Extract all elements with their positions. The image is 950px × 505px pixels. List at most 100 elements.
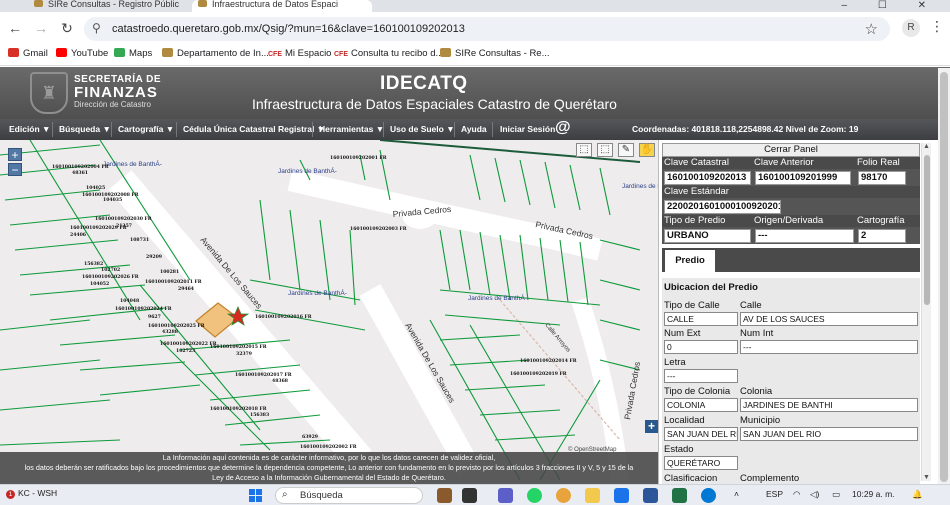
menu-iniciar-sesion[interactable]: Iniciar Sesión: [500, 124, 555, 134]
estado-label: Estado: [664, 444, 694, 455]
measure-tool-icon[interactable]: ✎: [618, 143, 634, 157]
colonia-label: Colonia: [740, 386, 773, 397]
expand-plus-icon[interactable]: +: [645, 420, 658, 433]
app-header: ♜ SECRETARÍA DE FINANZAS Dirección de Ca…: [0, 67, 950, 119]
battery-icon[interactable]: ▭: [832, 489, 840, 500]
bookmark-youtube[interactable]: YouTube: [56, 48, 108, 59]
taskbar-search[interactable]: ⌕ Búsqueda: [275, 487, 423, 504]
zoom-out-button[interactable]: −: [8, 163, 22, 176]
tab-favicon-icon: [34, 0, 43, 7]
browser-tab-sire[interactable]: SIRe Consultas - Registro Públic: [28, 0, 188, 12]
letra-field: ---: [664, 369, 738, 383]
menu-cartografia[interactable]: Cartografía ▼: [118, 124, 174, 134]
back-arrow-icon[interactable]: ←: [6, 20, 24, 36]
bookmark-maps[interactable]: Maps: [114, 48, 152, 59]
edge-icon[interactable]: [701, 488, 716, 503]
whatsapp-icon[interactable]: [527, 488, 542, 503]
profile-avatar[interactable]: R: [902, 19, 920, 37]
menu-divider: [111, 122, 112, 137]
windows-start-icon[interactable]: [249, 489, 262, 502]
panel-scrollbar[interactable]: ▲ ▼: [921, 143, 931, 481]
scroll-down-icon[interactable]: ▼: [923, 474, 930, 481]
parcel-number-label: 100281: [160, 269, 179, 275]
bookmark-star-icon[interactable]: ☆: [865, 20, 878, 38]
tab-predio[interactable]: Predio: [665, 250, 715, 272]
browser-tab-idecatq[interactable]: Infraestructura de Datos Espaci: [192, 0, 372, 12]
window-controls[interactable]: – ☐ ✕: [842, 0, 940, 11]
bookmark-gmail[interactable]: Gmail: [8, 48, 48, 59]
taskbar-app-kc[interactable]: 1 KC - WSH: [6, 488, 57, 499]
parcel-key-label: 160100109202004 FR: [52, 164, 109, 170]
num-ext-field: 0: [664, 340, 738, 354]
road-avenida-sauces-2: [359, 284, 481, 476]
clave-estandar-field: 22002016010001009202013: [664, 200, 781, 214]
word-icon[interactable]: [643, 488, 658, 503]
scroll-up-icon[interactable]: ▲: [923, 143, 930, 150]
parcel-number-label: 104025: [86, 185, 105, 191]
colonia-field: JARDINES DE BANTHI: [740, 398, 918, 412]
menu-ayuda[interactable]: Ayuda: [461, 124, 487, 134]
key-values: 160100109202013 160100109201999 98170: [662, 169, 920, 186]
parcel-number-label: 104035: [103, 197, 122, 203]
youtube-icon: [56, 48, 67, 57]
parcel-number-label: 63929: [302, 434, 318, 440]
crest-icon: [440, 48, 451, 57]
excel-icon[interactable]: [672, 488, 687, 503]
teams-icon[interactable]: [498, 488, 513, 503]
parcel-number-label: 32379: [236, 351, 252, 357]
reload-icon[interactable]: ↻: [58, 20, 76, 37]
url-field[interactable]: ⚲ catastroedo.queretaro.gob.mx/Qsig/?mun…: [84, 17, 890, 41]
bookmark-mi-espacio[interactable]: CFE Mi Espacio: [268, 48, 331, 59]
predio-type-headers: Tipo de Predio Origen/Derivada Cartograf…: [662, 215, 920, 227]
parcel-key-label: 160100109202002 FR: [300, 444, 357, 450]
estado-field: QUERÉTARO: [664, 456, 738, 470]
volume-icon[interactable]: ◁): [810, 489, 819, 500]
bookmark-departamento[interactable]: Departamento de In...: [162, 48, 269, 59]
wifi-icon[interactable]: ◠: [793, 489, 800, 500]
menu-edicion[interactable]: Edición ▼: [9, 124, 50, 134]
outlook-icon[interactable]: [614, 488, 629, 503]
neighborhood-label: Jardines de BanthÁ-: [468, 293, 527, 302]
email-at-icon[interactable]: @: [555, 119, 571, 137]
zoom-box-tool-icon[interactable]: ⬚: [597, 143, 613, 157]
legal-disclaimer: La Información aquí contenida es de cará…: [0, 452, 658, 484]
parcel-key-label: 160100109202030 FR: [95, 216, 152, 222]
clave-anterior-field: 160100109201999: [755, 171, 851, 185]
task-view-icon[interactable]: [462, 488, 477, 503]
menu-busqueda[interactable]: Búsqueda ▼: [59, 124, 111, 134]
road-privada-cedros: [287, 169, 603, 261]
clave-estandar-row: 22002016010001009202013: [662, 198, 920, 215]
municipio-label: Municipio: [740, 415, 781, 426]
browser-menu-icon[interactable]: ⋮: [930, 18, 944, 35]
page-scroll-thumb[interactable]: [940, 72, 948, 482]
pan-hand-tool-icon[interactable]: ✋: [639, 143, 655, 157]
bookmark-sire[interactable]: SIRe Consultas - Re...: [440, 48, 550, 59]
forward-arrow-icon[interactable]: →: [32, 20, 50, 36]
clock[interactable]: 10:29 a. m.: [852, 489, 895, 499]
clave-catastral-field: 160100109202013: [664, 171, 751, 185]
notifications-icon[interactable]: 🔔: [912, 489, 923, 500]
parcel-key-label: 160100109202017 FR: [235, 372, 292, 378]
tray-chevron-icon[interactable]: ˄: [734, 489, 739, 499]
state-crest-icon: ♜: [30, 72, 68, 114]
menu-cedula[interactable]: Cédula Única Catastral Registral ▼: [183, 124, 325, 134]
landscape-app-icon[interactable]: [437, 488, 452, 503]
menu-uso-suelo[interactable]: Uso de Suelo ▼: [390, 124, 455, 134]
site-info-icon[interactable]: ⚲: [92, 21, 101, 35]
map-canvas[interactable]: Avenida De Los Sauces Privada Cedros Pri…: [0, 140, 658, 483]
menu-herramientas[interactable]: Herramientas ▼: [319, 124, 384, 134]
zoom-in-button[interactable]: +: [8, 148, 22, 161]
ubicacion-section: Ubicacion del Predio Tipo de Calle Calle…: [662, 278, 920, 484]
language-indicator[interactable]: ESP: [766, 489, 783, 499]
tipo-calle-field: CALLE: [664, 312, 738, 326]
notification-badge: 1: [6, 490, 15, 499]
select-box-tool-icon[interactable]: ⬚: [576, 143, 592, 157]
panel-scroll-thumb[interactable]: [924, 155, 930, 305]
page-scrollbar[interactable]: [938, 68, 950, 484]
road-label: Calle Arroyos: [543, 322, 571, 353]
file-explorer-icon[interactable]: [585, 488, 600, 503]
chrome-icon[interactable]: [556, 488, 571, 503]
parcel-number-label: 48361: [72, 170, 88, 176]
bookmark-consulta-recibo[interactable]: CFE Consulta tu recibo d...: [334, 48, 443, 59]
close-panel-button[interactable]: Cerrar Panel: [662, 143, 920, 157]
